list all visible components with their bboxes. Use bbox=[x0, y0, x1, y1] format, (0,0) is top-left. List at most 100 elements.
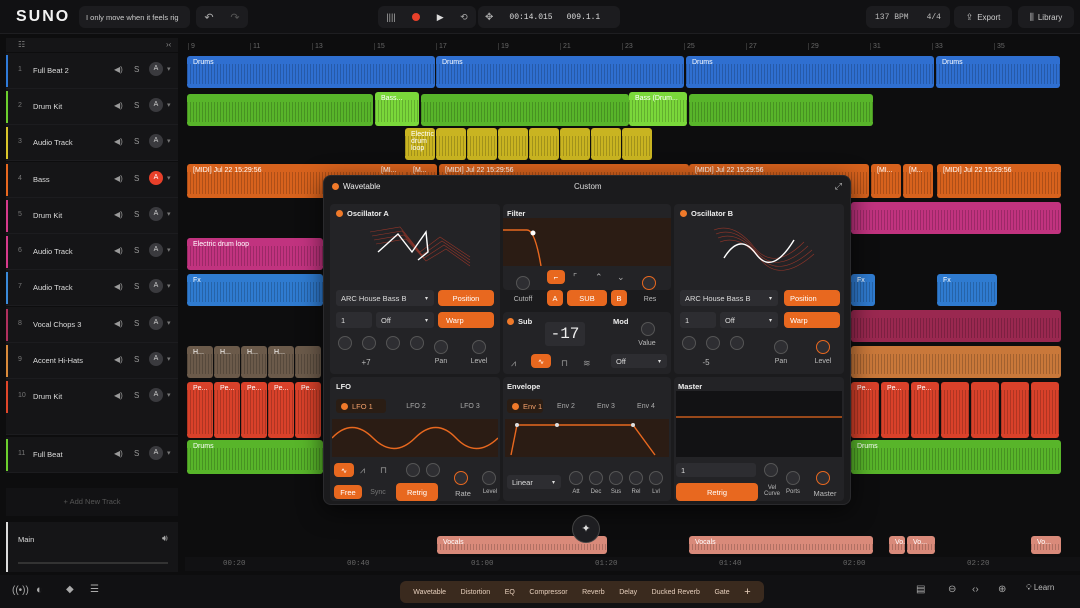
volume-icon[interactable]: 🔊︎ bbox=[162, 533, 168, 544]
clip[interactable]: Pe... bbox=[911, 382, 939, 438]
square-icon[interactable]: ⊓ bbox=[561, 358, 568, 369]
decay-knob[interactable] bbox=[589, 471, 603, 485]
clip[interactable]: H... bbox=[187, 346, 213, 378]
track-header[interactable]: 6 Audio Track ◀) S A ▾ bbox=[6, 234, 178, 270]
clip[interactable] bbox=[851, 202, 1061, 234]
main-bus[interactable]: Main 🔊︎ bbox=[6, 522, 178, 572]
solo-button[interactable]: S bbox=[134, 246, 139, 255]
solo-button[interactable]: S bbox=[134, 210, 139, 219]
knob-a4[interactable] bbox=[410, 336, 424, 350]
chevron-down-icon[interactable]: ▾ bbox=[167, 246, 171, 254]
warp-button-b[interactable]: Warp bbox=[784, 312, 840, 328]
clip[interactable] bbox=[689, 94, 873, 126]
speaker-icon[interactable]: ◀) bbox=[114, 282, 123, 291]
track-header[interactable]: 8 Vocal Chops 3 ◀) S A ▾ bbox=[6, 307, 178, 343]
lfo-sine-button[interactable]: ∿ bbox=[334, 463, 354, 477]
speaker-icon[interactable]: ◀) bbox=[114, 246, 123, 255]
arm-button[interactable]: A bbox=[149, 316, 163, 330]
env3-tab[interactable]: Env 3 bbox=[589, 403, 623, 410]
vel-curve-knob[interactable] bbox=[764, 463, 778, 477]
sine-button[interactable]: ∿ bbox=[531, 354, 551, 368]
fit-icon[interactable]: ‹› bbox=[972, 584, 979, 595]
pan-knob-b[interactable] bbox=[774, 340, 788, 354]
fx-item[interactable]: Compressor bbox=[529, 589, 567, 596]
mod-source[interactable]: Off ▾ bbox=[611, 354, 667, 368]
speaker-icon[interactable]: ◀) bbox=[114, 449, 123, 458]
clip[interactable]: Pe... bbox=[295, 382, 321, 438]
speaker-icon[interactable]: ◀) bbox=[114, 319, 123, 328]
lfo-knob1[interactable] bbox=[406, 463, 420, 477]
track-name[interactable]: Full Beat 2 bbox=[33, 66, 69, 75]
clip[interactable] bbox=[560, 128, 590, 160]
lfo3-tab[interactable]: LFO 3 bbox=[448, 403, 492, 410]
clip[interactable] bbox=[1031, 382, 1059, 438]
clip[interactable]: Vo... bbox=[907, 536, 935, 554]
solo-button[interactable]: S bbox=[134, 319, 139, 328]
arm-button[interactable]: A bbox=[149, 352, 163, 366]
track-header[interactable]: 7 Audio Track ◀) S A ▾ bbox=[6, 270, 178, 306]
expand-icon[interactable]: ⤢ bbox=[835, 181, 842, 192]
add-fx-icon[interactable]: + bbox=[744, 586, 750, 598]
track-name[interactable]: Accent Hi-Hats bbox=[33, 356, 83, 365]
track-name[interactable]: Bass bbox=[33, 175, 50, 184]
clip[interactable]: Pe... bbox=[268, 382, 294, 438]
arm-button[interactable]: A bbox=[149, 98, 163, 112]
track-name[interactable]: Full Beat bbox=[33, 450, 63, 459]
fx-item[interactable]: EQ bbox=[505, 589, 515, 596]
fx-item[interactable]: Reverb bbox=[582, 589, 605, 596]
clip[interactable]: Vo... bbox=[889, 536, 905, 554]
clip[interactable]: Fx bbox=[937, 274, 997, 306]
highpass-icon[interactable]: ⌜ bbox=[573, 272, 577, 283]
collapse-icon[interactable]: ›‹ bbox=[166, 40, 171, 49]
position-button-a[interactable]: Position bbox=[438, 290, 494, 306]
env1-tab[interactable]: Env 1 bbox=[507, 399, 543, 413]
solo-button[interactable]: S bbox=[134, 174, 139, 183]
clip[interactable] bbox=[187, 94, 373, 126]
master-value[interactable]: 1 bbox=[676, 463, 756, 477]
chevron-down-icon[interactable]: ▾ bbox=[167, 391, 171, 399]
clip[interactable]: Drums bbox=[436, 56, 684, 88]
clip[interactable] bbox=[851, 346, 1061, 378]
release-knob[interactable] bbox=[629, 471, 643, 485]
chevron-down-icon[interactable]: ▾ bbox=[167, 282, 171, 290]
track-header[interactable]: 2 Drum Kit ◀) S A ▾ bbox=[6, 89, 178, 125]
play-icon[interactable]: ▶ bbox=[437, 12, 444, 23]
chevron-down-icon[interactable]: ▾ bbox=[167, 137, 171, 145]
track-header[interactable]: 10 Drum Kit ◀) S A ▾ bbox=[6, 379, 178, 435]
warp-button-a[interactable]: Warp bbox=[438, 312, 494, 328]
solo-button[interactable]: S bbox=[134, 391, 139, 400]
chevron-down-icon[interactable]: ▾ bbox=[167, 355, 171, 363]
fx-item[interactable]: Delay bbox=[619, 589, 637, 596]
export-button[interactable]: ⇪ Export bbox=[954, 6, 1012, 28]
octave-a[interactable]: 1 bbox=[336, 312, 372, 328]
lfo-square-icon[interactable]: ⊓ bbox=[380, 465, 387, 476]
chevron-down-icon[interactable]: ▾ bbox=[167, 174, 171, 182]
wavetable-select-b[interactable]: ARC House Bass B ▾ bbox=[680, 290, 778, 306]
clip[interactable]: Bass (Drum... bbox=[629, 92, 687, 126]
clip[interactable]: Drums bbox=[936, 56, 1060, 88]
noise-icon[interactable]: ≋ bbox=[583, 358, 591, 369]
arm-button[interactable]: A bbox=[149, 446, 163, 460]
track-header[interactable]: 5 Drum Kit ◀) S A ▾ bbox=[6, 198, 178, 234]
speaker-icon[interactable]: ◀) bbox=[114, 65, 123, 74]
clip[interactable] bbox=[591, 128, 621, 160]
clip[interactable]: [MIDI] Jul 22 15:29:56 bbox=[937, 164, 1061, 198]
record-button[interactable] bbox=[412, 13, 421, 21]
clip[interactable]: Fx bbox=[851, 274, 875, 306]
solo-button[interactable]: S bbox=[134, 101, 139, 110]
track-header[interactable]: 1 Full Beat 2 ◀) S A ▾ bbox=[6, 53, 178, 89]
lfo-retrig-button[interactable]: Retrig bbox=[396, 483, 438, 501]
track-name[interactable]: Audio Track bbox=[33, 247, 73, 256]
library-button[interactable]: ⫼ Library bbox=[1018, 6, 1074, 28]
learn-button[interactable]: 💡︎ Learn bbox=[1026, 583, 1054, 593]
clip[interactable] bbox=[295, 346, 321, 378]
contrast-icon[interactable]: ◐ bbox=[36, 584, 43, 596]
knob-a2[interactable] bbox=[362, 336, 376, 350]
chevron-down-icon[interactable]: ▾ bbox=[167, 449, 171, 457]
clip[interactable]: Pe... bbox=[187, 382, 213, 438]
filter-sub-button[interactable]: SUB bbox=[567, 290, 607, 306]
clip[interactable]: Electric drum loop bbox=[187, 238, 323, 270]
clip[interactable] bbox=[436, 128, 466, 160]
add-track-button[interactable]: + Add New Track bbox=[6, 488, 178, 516]
clip[interactable]: [MI... bbox=[871, 164, 901, 198]
